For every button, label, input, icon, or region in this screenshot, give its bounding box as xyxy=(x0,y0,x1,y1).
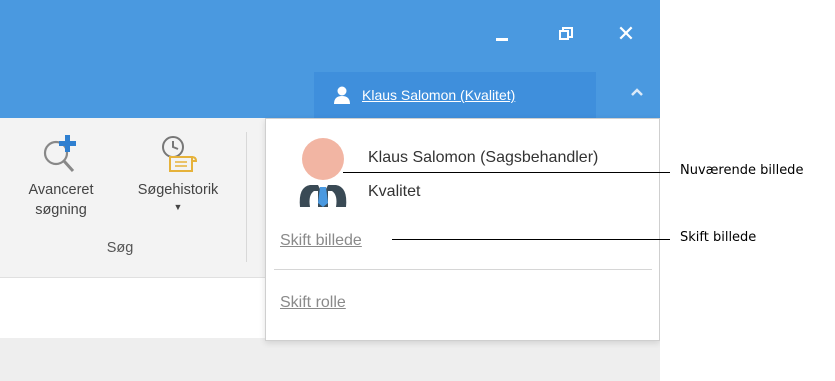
user-name-link[interactable]: Klaus Salomon (Kvalitet) xyxy=(362,87,515,103)
magnifier-plus-icon xyxy=(43,135,76,173)
menu-divider xyxy=(274,269,652,270)
minimize-button[interactable] xyxy=(486,20,518,48)
change-picture-link[interactable]: Skift billede xyxy=(280,232,362,250)
advanced-search-label: Avanceret søgning xyxy=(28,182,94,218)
change-role-link[interactable]: Skift rolle xyxy=(280,294,346,312)
ribbon-separator xyxy=(246,132,247,262)
restore-icon xyxy=(559,27,573,40)
advanced-search-button[interactable]: Avanceret søgning xyxy=(12,130,110,220)
chevron-up-icon[interactable] xyxy=(630,86,644,98)
avatar-icon[interactable] xyxy=(288,137,358,209)
clock-scroll-icon xyxy=(162,136,198,172)
search-history-label: Søgehistorik xyxy=(137,182,219,198)
callout-change-picture: Skift billede xyxy=(680,230,757,245)
user-menu-button[interactable]: Klaus Salomon (Kvalitet) xyxy=(314,72,596,118)
restore-button[interactable] xyxy=(550,20,582,48)
user-full-name: Klaus Salomon (Sagsbehandler) xyxy=(368,149,599,166)
status-area xyxy=(0,338,660,381)
search-history-button[interactable]: Søgehistorik ▼ xyxy=(118,130,238,214)
title-bar: ✕ xyxy=(0,0,660,64)
dropdown-arrow-icon[interactable]: ▼ xyxy=(118,200,238,214)
application-window: ✕ Klaus Salomon (Kvalitet) Avanceret søg… xyxy=(0,0,660,381)
callout-line-current-picture xyxy=(343,172,670,173)
user-bar: Klaus Salomon (Kvalitet) xyxy=(0,64,660,118)
callout-line-change-picture xyxy=(392,239,670,240)
ribbon-group-label: Søg xyxy=(106,240,134,256)
user-role: Kvalitet xyxy=(368,183,421,200)
callout-current-picture: Nuværende billede xyxy=(680,163,804,178)
close-icon: ✕ xyxy=(616,21,636,47)
user-dropdown-menu: Klaus Salomon (Sagsbehandler) Kvalitet S… xyxy=(265,118,660,341)
close-button[interactable]: ✕ xyxy=(610,20,642,48)
user-icon xyxy=(334,86,350,104)
